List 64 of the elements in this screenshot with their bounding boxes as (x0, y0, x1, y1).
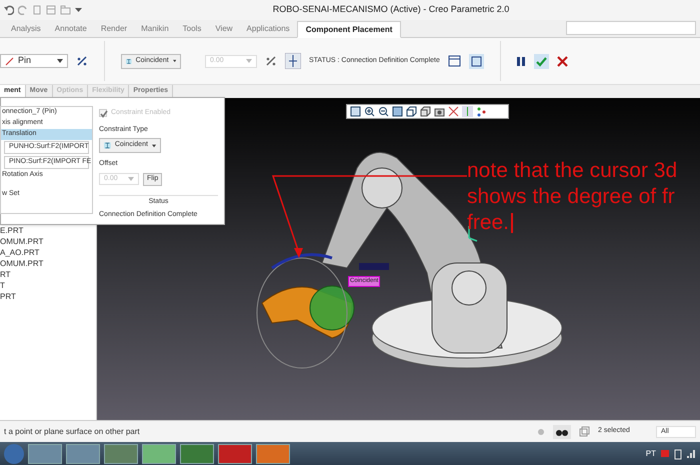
taskbar-app-icon[interactable] (28, 444, 62, 464)
caret-icon (172, 59, 176, 63)
ribbon-tab[interactable]: Tools (176, 21, 208, 37)
datum-icon[interactable] (448, 106, 459, 117)
caret-icon (246, 59, 252, 63)
binoculars-icon[interactable] (553, 424, 571, 438)
annotation-text: shows the degree of fr (467, 184, 676, 210)
ribbon-tab[interactable]: Component Placement (296, 21, 402, 38)
indicator-icon (537, 428, 545, 436)
signal-icon[interactable] (686, 448, 696, 458)
text-cursor (511, 213, 514, 233)
window-title: ROBO-SENAI-MECANISMO (Active) - Creo Parametric 2.0 (272, 3, 510, 16)
annotation-text: note that the cursor 3d (467, 158, 678, 184)
tree-item[interactable]: OMUM.PRT (0, 258, 96, 269)
coincident-icon (126, 56, 132, 66)
tree-item[interactable]: RT (0, 269, 96, 280)
ribbon-tab[interactable]: View (208, 21, 240, 37)
battery-icon[interactable] (674, 448, 682, 460)
caret-icon (57, 59, 63, 63)
checkmark-icon[interactable] (534, 54, 549, 68)
camera-icon[interactable] (434, 106, 445, 117)
tree-item[interactable]: PRT (0, 291, 96, 302)
coincident-icon (104, 141, 111, 150)
ribbon-tab[interactable]: Render (94, 21, 134, 37)
ribbon-tab[interactable]: Applications (240, 21, 297, 37)
taskbar-app-icon[interactable] (104, 444, 138, 464)
taskbar-app-icon[interactable] (180, 444, 214, 464)
axis-icon[interactable] (285, 53, 301, 69)
tree-item[interactable]: E.PRT (0, 225, 96, 236)
dropdown-icon[interactable] (75, 7, 82, 13)
flip-icon[interactable] (76, 55, 88, 67)
repaint-icon[interactable] (392, 106, 403, 117)
undo-icon[interactable] (4, 5, 14, 15)
close-icon[interactable] (556, 56, 568, 66)
start-button[interactable] (4, 444, 24, 464)
caret-icon (152, 144, 156, 148)
zoom-in-icon[interactable] (364, 106, 375, 117)
taskbar-app-icon[interactable] (142, 444, 176, 464)
cube-icon[interactable] (420, 106, 431, 117)
preview-icon[interactable] (468, 54, 484, 68)
ribbon-tab[interactable]: Analysis (4, 21, 48, 37)
zoom-fit-icon[interactable] (350, 106, 361, 117)
tree-item[interactable]: T (0, 280, 96, 291)
language-indicator[interactable]: PT (646, 448, 656, 460)
cube-icon[interactable] (406, 106, 417, 117)
search-field[interactable] (566, 21, 696, 35)
caret-icon (128, 177, 134, 181)
window-icon[interactable] (448, 55, 461, 67)
ribbon-tab[interactable]: Annotate (48, 21, 94, 37)
status-message: t a point or plane surface on other part (4, 426, 141, 438)
tree-item[interactable]: A_AO.PRT (0, 247, 96, 258)
taskbar-app-icon[interactable] (256, 444, 290, 464)
ribbon-tab[interactable]: Manikin (134, 21, 176, 37)
connection-type-dropdown[interactable]: Pin (0, 54, 68, 68)
annotation-text: free. (467, 210, 510, 236)
pin-icon (5, 56, 14, 66)
zoom-out-icon[interactable] (378, 106, 389, 117)
flip-icon[interactable] (265, 55, 277, 67)
selection-icon (579, 426, 590, 437)
points-icon[interactable] (476, 106, 487, 117)
taskbar-app-icon[interactable] (218, 444, 252, 464)
taskbar-app-icon[interactable] (66, 444, 100, 464)
pause-icon[interactable] (516, 56, 526, 66)
tree-item[interactable]: OMUM.PRT (0, 236, 96, 247)
